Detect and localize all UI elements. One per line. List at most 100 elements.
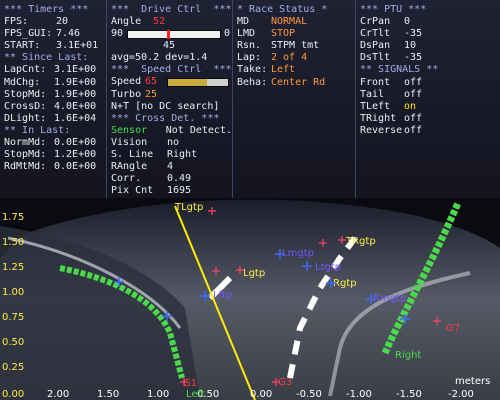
since-row: LapCnt: 3.1E+00 [4,64,106,76]
race-row: Beha: Center Rd [237,77,355,89]
signal-row: TRight off [360,113,500,125]
since-value: 3.1E+00 [54,64,97,76]
cross-value: no [167,136,180,148]
lftp-label: Lftp [213,290,232,301]
signal-label: TRight [360,112,397,124]
x-tick-label: -0.50 [296,389,322,400]
ptu-row: CrPan 0 [360,16,500,28]
ptu-label: DsPan [360,40,391,52]
signal-row: Front off [360,77,500,89]
ltgtp-label: Ltgtp [315,262,341,273]
cross-row: Corr. 0.49 [111,173,232,185]
in-last-header: ** In Last: [4,124,71,136]
in-last-row: NormMd: 0.0E+00 [4,137,106,149]
signal-value: off [404,88,423,100]
speed-label: Speed [111,76,142,88]
cross-value: 4 [167,161,174,173]
x-tick-label: 1.50 [97,389,119,400]
y-tick-label: 0.50 [2,337,24,348]
race-value: Center Rd [271,76,326,88]
timer-label: FPS: [4,16,29,28]
drive-panel: *** Drive Ctrl *** Angle52 90 0 45 avg=5… [107,0,232,198]
cross-row: Sensor Not Detect. [111,125,232,137]
signal-label: Front [360,76,391,88]
race-label: Take: [237,64,268,76]
cross-label: Sensor [111,124,148,136]
camera-overlay: 1.75 1.50 1.25 1.00 0.75 0.50 0.25 0.00 … [0,198,500,400]
signal-value: off [404,76,423,88]
signal-row: TLeft on [360,101,500,113]
ptu-row: DsTlt -35 [360,52,500,64]
ptu-label: CrPan [360,16,391,28]
lmgtp-label: Lmgtp [282,248,314,259]
angle-scale-max: 0 [224,28,231,40]
ptu-value: -35 [404,28,423,40]
ptu-value: -35 [404,52,423,64]
rgtp-label: Rgtp [333,278,357,289]
in-last-label: StopMd: [4,149,47,161]
since-row: StopMd: 1.9E+00 [4,89,106,101]
ptu-value: 10 [404,40,417,52]
race-row: Lap: 2 of 4 [237,52,355,64]
cross-label: Vision [111,136,148,148]
x-tick-label: -1.00 [346,389,372,400]
timer-label: START: [4,40,41,52]
in-last-row: StopMd: 1.2E+00 [4,149,106,161]
cross-value: 0.49 [167,173,192,185]
y-tick-label: 1.25 [2,262,24,273]
y-tick-label: 0.75 [2,312,24,323]
drive-ctrl-header: *** Drive Ctrl *** [111,4,232,15]
since-label: StopMd: [4,88,47,100]
race-status-header: * Race Status * [237,4,328,15]
race-label: LMD [237,28,256,40]
camera-view: 1.75 1.50 1.25 1.00 0.75 0.50 0.25 0.00 … [0,198,500,400]
signal-label: TLeft [360,100,391,112]
in-last-value: 1.2E+00 [54,149,97,161]
since-value: 4.0E+00 [54,100,97,112]
race-row: Rsn. STPM tmt [237,40,355,52]
race-label: MD [237,16,250,28]
signal-value: on [404,100,417,112]
race-label: Lap: [237,52,262,64]
x-tick-label: 1.00 [147,389,169,400]
signal-row: Reverse off [360,125,500,137]
x-tick-label: 0.00 [250,389,272,400]
timer-row: FPS: 20 [4,16,106,28]
timer-value: 7.46 [56,28,81,40]
telemetry-dashboard: *** Timers *** FPS: 20 FPS_GUI: 7.46 START… [0,0,500,400]
in-last-label: NormMd: [4,137,47,149]
speed-row: Speed 65 [111,76,232,88]
timers-panel: *** Timers *** FPS: 20 FPS_GUI: 7.46 START… [0,0,106,198]
cross-row: Vision no [111,137,232,149]
unit-label: meters [455,376,490,387]
signal-row: Tail off [360,89,500,101]
steering-angle-marker [167,30,170,40]
ptu-label: DsTlt [360,52,391,64]
turbo-label: Turbo [111,88,142,100]
y-tick-label: 0.00 [2,389,24,400]
timer-row: FPS_GUI: 7.46 [4,28,106,40]
timer-label: FPS_GUI: [4,28,53,40]
x-tick-label: -1.50 [396,389,422,400]
timer-row: START: 3.1E+01 [4,40,106,52]
signal-value: off [404,112,423,124]
g1-label: G1 [183,378,197,389]
cross-row: Pix Cnt 1695 [111,185,232,197]
timer-value: 3.1E+01 [56,40,99,52]
y-tick-label: 1.00 [2,287,24,298]
left-lane-label: Left [186,389,205,400]
ptu-label: CrTlt [360,28,391,40]
right-lane-label: Right [395,350,421,361]
race-label: Beha: [237,76,268,88]
ptu-value: 0 [404,16,411,28]
race-value: Left [271,64,296,76]
race-value: NORMAL [271,16,308,28]
signal-value: off [404,124,423,136]
ptu-panel: *** PTU *** CrPan 0 CrTlt -35 DsPan 10 DsTl… [356,0,500,198]
y-tick-label: 1.75 [2,212,24,223]
in-last-value: 0.0E+00 [54,137,97,149]
speed-bar [167,78,229,88]
since-row: CrossD: 4.0E+00 [4,101,106,113]
signals-header: ** SIGNALS ** [360,64,439,76]
ptu-header: *** PTU *** [360,4,427,15]
